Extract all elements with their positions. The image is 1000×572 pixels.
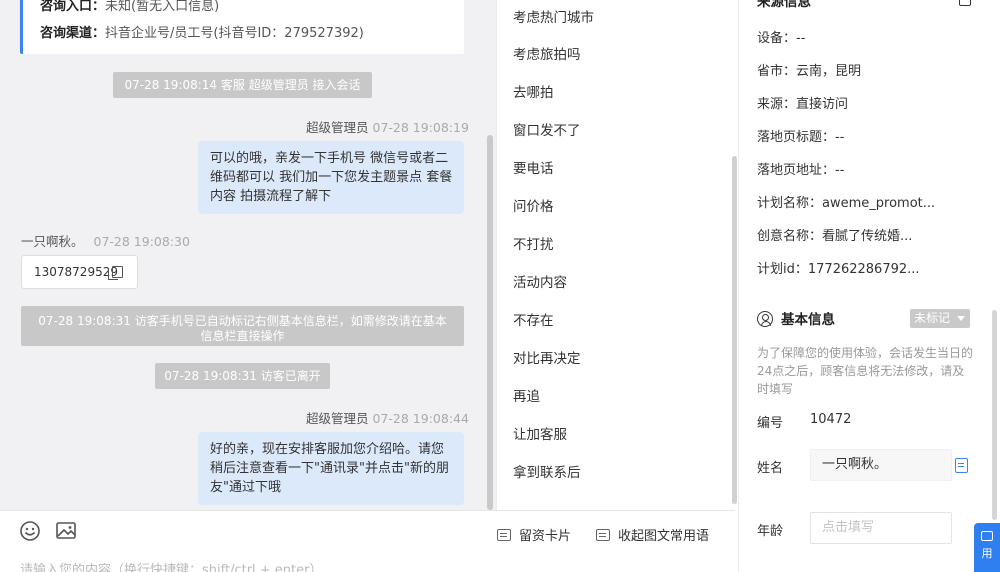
name-label: 姓名 — [757, 461, 784, 476]
quick-reply-item[interactable]: 去哪拍 — [513, 81, 554, 101]
age-label: 年龄 — [757, 524, 784, 539]
chevron-down-icon — [957, 316, 965, 321]
agent-message-bubble: 好的亲，现在安排客服加您介绍哈。请您稍后注意查看一下"通讯录"并点击"新的朋友"… — [198, 432, 464, 505]
city-row: 省市：云南，昆明 — [757, 64, 862, 79]
quick-reply-item[interactable]: 再追 — [513, 385, 540, 405]
chat-icon — [981, 531, 993, 541]
landing-url-row: 落地页地址：-- — [757, 163, 845, 178]
quick-replies-scrollbar[interactable] — [732, 156, 737, 504]
input-toolbar: 留资卡片 收起图文常用语 请输入您的内容（换行快捷键：shift/ctrl + … — [0, 510, 735, 572]
basic-info-title: 基本信息 — [757, 308, 835, 328]
quick-reply-item[interactable]: 对比再决定 — [513, 347, 581, 367]
collapse-quick-replies-label: 收起图文常用语 — [618, 529, 710, 544]
plan-name-row: 计划名称：aweme_promot... — [757, 196, 936, 211]
user-icon — [757, 311, 773, 327]
consult-channel-row: 咨询渠道：抖音企业号/员工号(抖音号ID：279527392) — [40, 25, 464, 52]
customer-info-panel: 来源信息 设备：-- 省市：云南，昆明 来源：直接访问 落地页标题：-- 落地页… — [738, 0, 1000, 572]
quick-reply-item[interactable]: 活动内容 — [513, 271, 567, 291]
consult-channel-value: 抖音企业号/员工号(抖音号ID：279527392) — [105, 26, 364, 41]
landing-title-row: 落地页标题：-- — [757, 130, 845, 145]
system-message: 07-28 19:08:31 访客已离开 — [155, 363, 330, 389]
quick-replies-panel: 考虑热门城市 考虑旅拍吗 去哪拍 窗口发不了 要电话 问价格 不打扰 活动内容 … — [496, 0, 735, 510]
system-message: 07-28 19:08:31 访客手机号已自动标记右侧基本信息栏，如需修改请在基… — [21, 306, 464, 346]
smile-icon[interactable] — [19, 520, 41, 542]
tag-select[interactable]: 未标记 — [910, 309, 970, 328]
source-row: 来源：直接访问 — [757, 97, 849, 112]
message-time: 07-28 19:08:30 — [93, 234, 190, 249]
floating-help-button[interactable]: 用 — [974, 523, 1000, 572]
consult-entry-value: 未知(暂无入口信息) — [105, 0, 220, 14]
image-icon[interactable] — [55, 520, 77, 542]
edit-icon[interactable] — [959, 0, 971, 6]
quick-reply-item[interactable]: 不存在 — [513, 309, 554, 329]
message-sender: 超级管理员 07-28 19:08:44 — [306, 408, 469, 427]
lead-card-label: 留资卡片 — [519, 529, 572, 544]
copy-icon[interactable] — [955, 458, 968, 473]
card-icon — [497, 529, 511, 541]
quick-reply-item[interactable]: 考虑旅拍吗 — [513, 43, 581, 63]
chat-scrollbar[interactable] — [487, 135, 493, 510]
visitor-phone-number: 13078729529 — [34, 265, 118, 279]
message-sender: 超级管理员 07-28 19:08:19 — [306, 117, 469, 136]
quick-reply-item[interactable]: 窗口发不了 — [513, 119, 581, 139]
consult-entry-label: 咨询入口： — [40, 0, 106, 14]
message-input[interactable]: 请输入您的内容（换行快捷键：shift/ctrl + enter） — [20, 559, 323, 572]
sender-name: 超级管理员 — [306, 411, 369, 426]
consult-entry-row: 咨询入口：未知(暂无入口信息) — [40, 0, 464, 25]
quick-reply-item[interactable]: 让加客服 — [513, 423, 567, 443]
consult-info-card: 咨询入口：未知(暂无入口信息) 咨询渠道：抖音企业号/员工号(抖音号ID：279… — [20, 0, 464, 54]
quick-reply-item[interactable]: 问价格 — [513, 195, 554, 215]
visitor-phone-message[interactable]: 13078729529 — [21, 255, 138, 289]
message-time: 07-28 19:08:19 — [372, 120, 469, 135]
quick-reply-item[interactable]: 拿到联系后 — [513, 461, 581, 481]
edit-notice: 为了保障您的使用体验，会话发生当日的24点之后，顾客信息将无法修改，请及时填写 — [757, 346, 974, 396]
chat-panel: 咨询入口：未知(暂无入口信息) 咨询渠道：抖音企业号/员工号(抖音号ID：279… — [0, 0, 496, 510]
age-field[interactable]: 点击填写 — [810, 512, 952, 544]
copy-icon[interactable] — [108, 266, 123, 280]
id-value: 10472 — [810, 412, 852, 427]
message-icon — [596, 529, 610, 541]
consult-channel-label: 咨询渠道： — [40, 26, 106, 41]
lead-card-button[interactable]: 留资卡片 — [497, 525, 571, 544]
id-label: 编号 — [757, 416, 784, 431]
creative-name-row: 创意名称：看腻了传统婚... — [757, 229, 913, 244]
floating-help-label: 用 — [981, 547, 993, 560]
message-time: 07-28 19:08:44 — [372, 411, 469, 426]
system-message: 07-28 19:08:14 客服 超级管理员 接入会话 — [113, 72, 372, 98]
name-field[interactable]: 一只啊秋。 — [810, 449, 952, 481]
collapse-quick-replies-button[interactable]: 收起图文常用语 — [596, 525, 709, 544]
quick-reply-item[interactable]: 不打扰 — [513, 233, 554, 253]
quick-reply-item[interactable]: 考虑热门城市 — [513, 6, 594, 26]
message-sender: 一只啊秋。 07-28 19:08:30 — [21, 231, 190, 250]
sender-name: 一只啊秋。 — [21, 234, 84, 249]
quick-reply-item[interactable]: 要电话 — [513, 157, 554, 177]
info-panel-scrollbar[interactable] — [992, 310, 997, 520]
device-row: 设备：-- — [757, 31, 806, 46]
plan-id-row: 计划id：177262286792... — [757, 262, 920, 277]
agent-message-bubble: 可以的哦，亲发一下手机号 微信号或者二维码都可以 我们加一下您发主题景点 套餐内… — [198, 141, 464, 214]
source-info-title: 来源信息 — [757, 0, 811, 10]
tag-select-value: 未标记 — [914, 311, 951, 325]
sender-name: 超级管理员 — [306, 120, 369, 135]
